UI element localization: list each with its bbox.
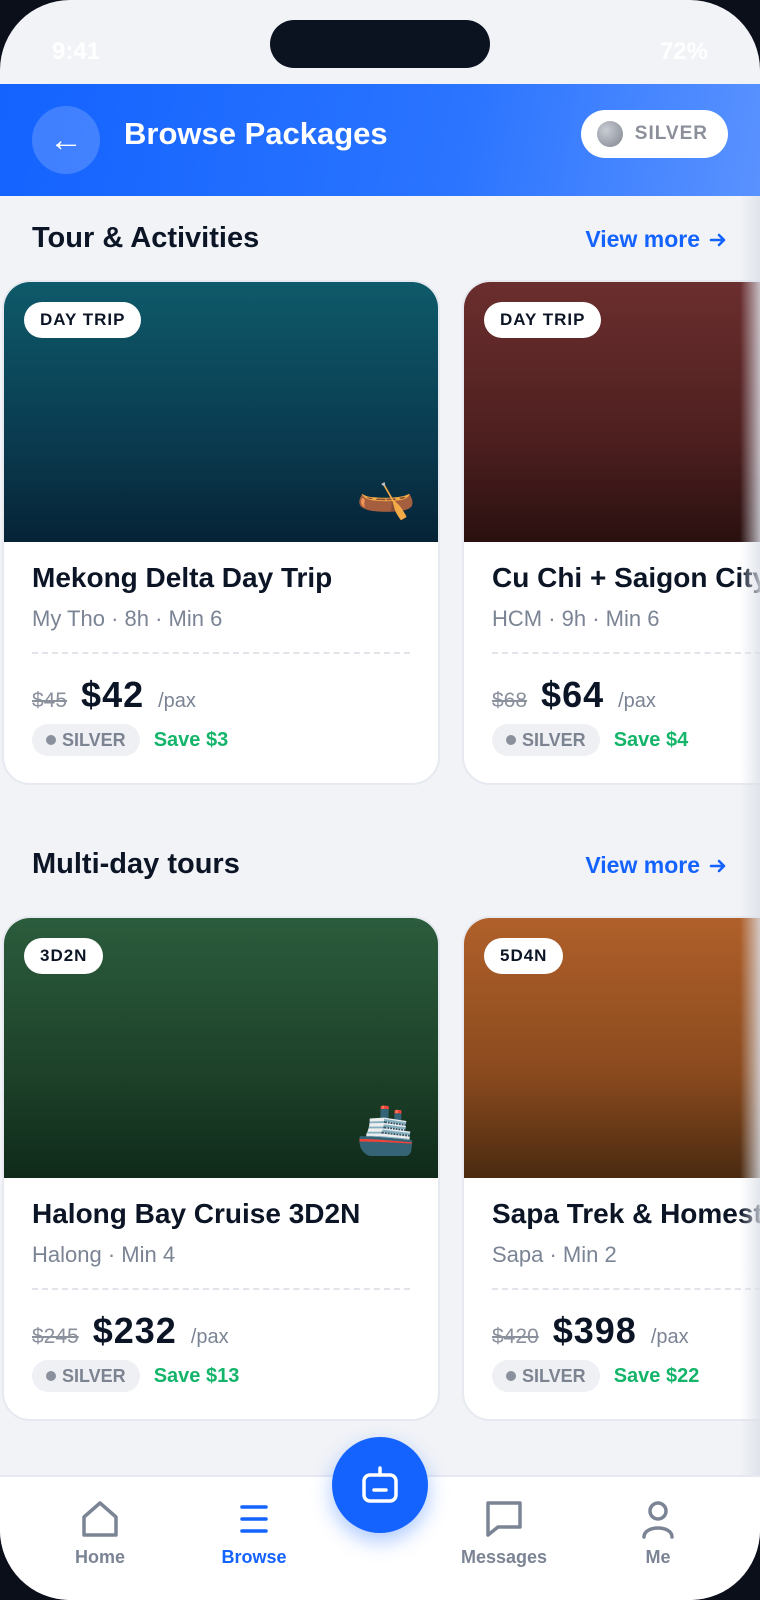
card-subtitle: Halong · Min 4: [32, 1242, 176, 1267]
price-row: $245 $232 /pax: [32, 1310, 229, 1352]
card-title: Sapa Trek & Homestay: [492, 1198, 760, 1229]
price-row: $68 $64 /pax: [492, 674, 656, 716]
view-more-multiday-link[interactable]: View more: [585, 852, 728, 879]
price-row: $420 $398 /pax: [492, 1310, 689, 1352]
tab-home[interactable]: Home: [40, 1497, 160, 1568]
hexagon-icon: [506, 1371, 516, 1381]
card-image: DAY TRIP 🛶: [4, 282, 438, 542]
status-battery: 72%: [659, 38, 708, 65]
dynamic-island: [270, 20, 490, 68]
package-card[interactable]: 3D2N 🚢 Halong Bay Cruise 3D2N Halong · M…: [2, 916, 440, 1421]
tier-badge[interactable]: SILVER: [580, 110, 728, 158]
arrow-right-icon: [709, 233, 726, 246]
duration-badge: 3D2N: [24, 938, 104, 974]
price: $64: [541, 674, 605, 715]
card-title: Halong Bay Cruise 3D2N: [32, 1198, 361, 1229]
save-row: SILVER Save $4: [492, 724, 688, 756]
back-button[interactable]: ←: [32, 106, 100, 174]
price: $42: [81, 674, 145, 715]
message-icon: [486, 1501, 522, 1537]
ship-icon: 🚢: [356, 1104, 416, 1157]
view-more-label: View more: [585, 226, 700, 252]
tab-label: Me: [645, 1547, 671, 1567]
card-subtitle: Sapa · Min 2: [492, 1242, 617, 1267]
silver-medal-icon: [596, 121, 623, 147]
old-price: $45: [32, 689, 68, 712]
price: $232: [92, 1310, 177, 1351]
status-bar: 9:41 72%: [0, 0, 760, 84]
canoe-icon: 🛶: [356, 468, 416, 521]
divider: [32, 1288, 410, 1290]
divider: [492, 1288, 760, 1290]
card-title: Mekong Delta Day Trip: [32, 562, 333, 593]
price-unit: /pax: [618, 690, 656, 712]
duration-badge: 5D4N: [484, 938, 564, 974]
tier-chip-label: SILVER: [522, 729, 586, 750]
package-card[interactable]: DAY TRIP 🛶 Mekong Delta Day Trip My Tho …: [2, 280, 440, 785]
duration-badge: DAY TRIP: [24, 302, 142, 338]
save-amount: Save $3: [153, 728, 229, 751]
back-arrow-icon: ←: [49, 120, 83, 159]
package-card[interactable]: 5D4N Sapa Trek & Homestay Sapa · Min 2 $…: [462, 916, 760, 1421]
scroll-edge-fade: [740, 196, 760, 1476]
hexagon-icon: [46, 1371, 56, 1381]
save-row: SILVER Save $3: [32, 724, 228, 756]
header-bar: ← Browse Packages SILVER: [0, 84, 760, 196]
view-more-tours-link[interactable]: View more: [585, 226, 728, 253]
tier-chip: SILVER: [32, 1360, 140, 1392]
card-image: DAY TRIP: [464, 282, 760, 542]
price-row: $45 $42 /pax: [32, 674, 196, 716]
tier-chip-label: SILVER: [522, 1365, 586, 1386]
save-amount: Save $4: [613, 728, 689, 751]
arrow-right-icon: [709, 859, 726, 872]
tab-label: Messages: [460, 1547, 548, 1567]
menu-icon: [240, 1505, 268, 1533]
tier-label: SILVER: [634, 123, 708, 144]
old-price: $68: [492, 689, 528, 712]
save-row: SILVER Save $13: [32, 1360, 239, 1392]
status-time: 9:41: [52, 38, 101, 65]
divider: [492, 652, 760, 654]
card-title: Cu Chi + Saigon City: [492, 562, 760, 593]
hexagon-icon: [506, 735, 516, 745]
save-amount: Save $22: [613, 1364, 700, 1387]
user-icon: [642, 1501, 674, 1539]
hexagon-icon: [46, 735, 56, 745]
save-row: SILVER Save $22: [492, 1360, 699, 1392]
tier-chip: SILVER: [492, 724, 600, 756]
divider: [32, 652, 410, 654]
home-icon: [82, 1501, 118, 1537]
section-title-tours: Tour & Activities: [32, 222, 260, 254]
price-unit: /pax: [650, 1326, 689, 1348]
old-price: $245: [32, 1325, 79, 1348]
card-image: 3D2N 🚢: [4, 918, 438, 1178]
package-card[interactable]: DAY TRIP Cu Chi + Saigon City HCM · 9h ·…: [462, 280, 760, 785]
tab-browse[interactable]: Browse: [194, 1497, 314, 1568]
card-image: 5D4N: [464, 918, 760, 1178]
assistant-fab-button[interactable]: [332, 1437, 428, 1533]
card-subtitle: My Tho · 8h · Min 6: [32, 606, 223, 631]
tier-chip: SILVER: [32, 724, 140, 756]
tab-me[interactable]: Me: [598, 1497, 718, 1568]
view-more-label: View more: [585, 852, 700, 878]
tab-messages[interactable]: Messages: [444, 1497, 564, 1568]
card-subtitle: HCM · 9h · Min 6: [492, 606, 660, 631]
tab-label: Browse: [221, 1547, 287, 1567]
price-unit: /pax: [158, 690, 196, 712]
tier-chip-label: SILVER: [62, 1365, 126, 1386]
price-unit: /pax: [190, 1326, 229, 1348]
tier-chip: SILVER: [492, 1360, 600, 1392]
bot-icon: [362, 1466, 398, 1503]
duration-badge: DAY TRIP: [484, 302, 602, 338]
page-title: Browse Packages: [124, 116, 388, 151]
section-title-multiday: Multi-day tours: [32, 848, 240, 880]
phone-screen: 9:41 72% ← Browse Packages SILVER Tour &…: [0, 0, 760, 1600]
tier-chip-label: SILVER: [62, 729, 126, 750]
tab-label: Home: [74, 1547, 125, 1567]
old-price: $420: [492, 1325, 539, 1348]
save-amount: Save $13: [153, 1364, 240, 1387]
bottom-tab-bar: Home Browse Messages Me: [0, 1437, 760, 1600]
price: $398: [552, 1310, 637, 1351]
